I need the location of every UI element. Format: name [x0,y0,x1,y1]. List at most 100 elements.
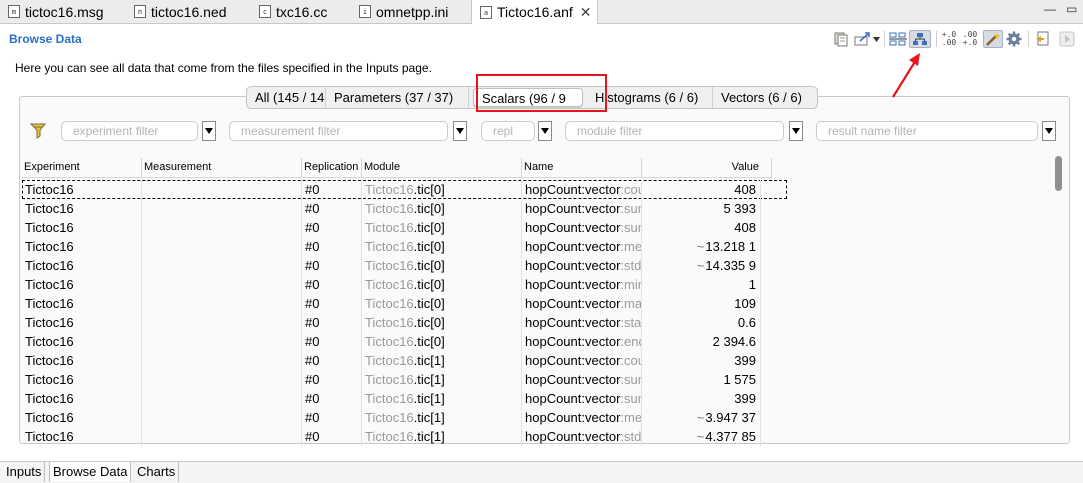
cell-measurement [142,351,302,370]
cell-experiment-text: Tictoc16 [25,201,74,216]
table-row[interactable]: Tictoc16 #0 Tictoc16.tic[1] hopCount:vector… [22,427,787,446]
cell-module: Tictoc16.tic[0] [362,180,522,199]
table-row[interactable]: Tictoc16 #0 Tictoc16.tic[0] hopCount:vector… [22,199,787,218]
cell-value: ~3.947 37 [642,408,761,427]
replication-filter-input[interactable]: repl [481,121,535,141]
column-header-name[interactable]: Name [522,158,642,177]
cell-module: Tictoc16.tic[0] [362,199,522,218]
cell-module: Tictoc16.tic[0] [362,294,522,313]
filter-funnel-icon[interactable] [29,122,48,145]
tab-charts[interactable]: Charts [134,462,180,482]
experiment-filter-input[interactable]: experiment filter [61,121,198,141]
cell-module-text: .tic[0] [413,277,445,292]
cell-module-text: Tictoc16 [365,296,414,311]
table-row[interactable]: Tictoc16 #0 Tictoc16.tic[0] hopCount:vector… [22,237,787,256]
scrollbar-thumb[interactable] [1055,156,1062,191]
cell-replication: #0 [302,237,362,256]
cell-replication: #0 [302,218,362,237]
cell-module-text: Tictoc16 [365,353,414,368]
table-row[interactable]: Tictoc16 #0 Tictoc16.tic[0] hopCount:vector… [22,275,787,294]
gear-icon[interactable] [1004,30,1024,48]
cell-name-text: hopCount:vector [525,201,621,216]
minimize-icon[interactable]: — [1044,2,1056,16]
copy-to-clipboard-icon[interactable] [833,30,849,48]
cell-name-text: :sumWeights [620,391,641,406]
tab-browse-data[interactable]: Browse Data [49,462,132,482]
table-row[interactable]: Tictoc16 #0 Tictoc16.tic[1] hopCount:vector… [22,370,787,389]
cell-replication: #0 [302,427,362,446]
cell-experiment-text: Tictoc16 [25,315,74,330]
tab-inputs[interactable]: Inputs [3,462,46,482]
cell-measurement [142,199,302,218]
editor-tab-omnetpp-ini[interactable]: i omnetpp.ini [359,0,448,23]
editor-tab-label: tictoc16.ned [151,3,227,20]
cell-name-text: :count [620,353,641,368]
cell-replication-text: #0 [305,239,320,254]
cell-experiment-text: Tictoc16 [25,410,74,425]
chevron-down-icon [456,128,464,134]
editor-tab-tictoc16-msg[interactable]: m tictoc16.msg [8,0,104,23]
editor-tab-tictoc16-anf[interactable]: a Tictoc16.anf ✕ [471,0,598,24]
cell-value-text: 1 [748,277,756,292]
cell-name: hopCount:vector:max [522,294,642,313]
table-row[interactable]: Tictoc16 #0 Tictoc16.tic[0] hopCount:vector… [22,180,787,199]
column-header-measurement[interactable]: Measurement [142,158,302,177]
export-icon[interactable] [853,30,873,48]
cell-module-text: .tic[1] [413,410,445,425]
cell-experiment: Tictoc16 [22,370,142,389]
increase-precision-icon[interactable]: +.0.00 [940,30,958,48]
cell-replication-text: #0 [305,258,320,273]
table-row[interactable]: Tictoc16 #0 Tictoc16.tic[0] hopCount:vector… [22,313,787,332]
decrease-precision-icon[interactable]: .00 +.0 [961,30,979,48]
cell-value: ~14.335 9 [642,256,761,275]
flat-view-icon[interactable] [888,30,908,48]
open-file-icon[interactable] [1033,30,1051,48]
cell-value: 1 [642,275,761,294]
cell-module-text: .tic[0] [413,296,445,311]
cell-experiment-text: Tictoc16 [25,429,74,444]
table-row[interactable]: Tictoc16 #0 Tictoc16.tic[1] hopCount:vector… [22,351,787,370]
tree-view-icon[interactable] [909,30,931,48]
module-filter-input[interactable]: module filter [565,121,784,141]
back-icon[interactable] [1058,30,1076,48]
table-row[interactable]: Tictoc16 #0 Tictoc16.tic[0] hopCount:vector… [22,218,787,237]
cell-replication: #0 [302,199,362,218]
table-row[interactable]: Tictoc16 #0 Tictoc16.tic[0] hopCount:vector… [22,256,787,275]
cell-experiment-text: Tictoc16 [25,372,74,387]
editor-tab-tictoc16-ned[interactable]: n tictoc16.ned [134,0,227,23]
cell-module-text: Tictoc16 [365,372,414,387]
column-header-experiment[interactable]: Experiment [22,158,142,177]
cell-name-text: hopCount:vector [525,391,621,406]
tab-all[interactable]: All (145 / 145 [247,87,326,108]
measurement-filter-dropdown[interactable] [453,121,467,141]
table-row[interactable]: Tictoc16 #0 Tictoc16.tic[0] hopCount:vector… [22,332,787,351]
chevron-down-icon [205,128,213,134]
cell-measurement [142,389,302,408]
editor-tab-txc16-cc[interactable]: c txc16.cc [259,0,327,23]
wand-icon[interactable] [983,30,1003,48]
cell-module: Tictoc16.tic[0] [362,218,522,237]
table-row[interactable]: Tictoc16 #0 Tictoc16.tic[1] hopCount:vector… [22,408,787,427]
replication-filter-dropdown[interactable] [538,121,552,141]
maximize-icon[interactable]: ▭ [1066,2,1077,16]
module-filter-dropdown[interactable] [789,121,803,141]
table-row[interactable]: Tictoc16 #0 Tictoc16.tic[0] hopCount:vector… [22,294,787,313]
cell-name-text: :sum [620,201,641,216]
column-header-value[interactable]: Value [642,158,772,177]
dropdown-arrow-icon[interactable] [872,30,880,48]
column-header-module[interactable]: Module [362,158,522,177]
result-name-filter-dropdown[interactable] [1042,121,1056,141]
vertical-scrollbar[interactable] [1054,155,1063,438]
close-icon[interactable]: ✕ [580,4,592,21]
result-name-filter-input[interactable]: result name filter [816,121,1038,141]
experiment-filter-dropdown[interactable] [202,121,216,141]
cell-replication: #0 [302,389,362,408]
column-header-replication[interactable]: Replication [302,158,362,177]
table-row[interactable]: Tictoc16 #0 Tictoc16.tic[1] hopCount:vector… [22,389,787,408]
measurement-filter-input[interactable]: measurement filter [229,121,448,141]
tab-parameters[interactable]: Parameters (37 / 37) [326,87,469,108]
cell-name-text: hopCount:vector [525,410,621,425]
cell-name-text: hopCount:vector [525,277,621,292]
cell-module-text: Tictoc16 [365,391,414,406]
tab-vectors[interactable]: Vectors (6 / 6) [713,87,817,108]
